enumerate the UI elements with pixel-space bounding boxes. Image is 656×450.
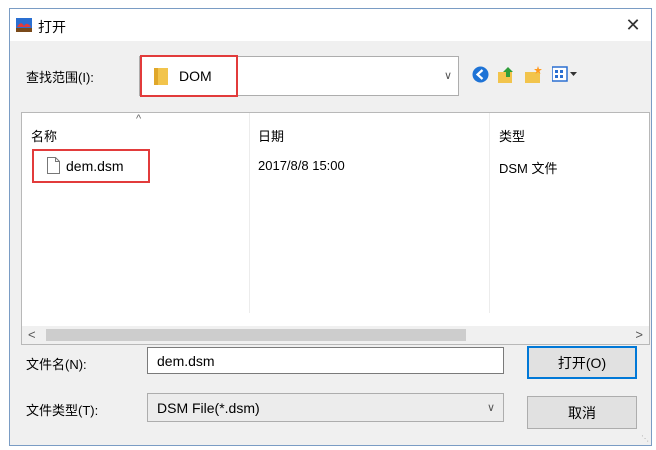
column-header-type[interactable]: 类型 bbox=[499, 126, 525, 145]
scroll-left-icon[interactable]: < bbox=[28, 327, 36, 342]
scroll-right-icon[interactable]: > bbox=[635, 327, 643, 342]
column-header-date[interactable]: 日期 bbox=[258, 126, 284, 145]
chevron-down-icon: ∨ bbox=[486, 402, 495, 414]
open-file-dialog: 打开 ✕ 查找范围(I): DOM ∨ ^ 名称 日期 类型 dem.dsm 2… bbox=[9, 8, 652, 446]
back-icon[interactable] bbox=[472, 66, 489, 83]
file-type: DSM 文件 bbox=[499, 161, 558, 176]
folder-icon bbox=[154, 68, 168, 85]
view-menu-icon[interactable] bbox=[552, 66, 578, 83]
file-icon bbox=[47, 157, 60, 174]
file-date: 2017/8/8 15:00 bbox=[258, 158, 345, 173]
look-in-value: DOM bbox=[179, 68, 212, 84]
column-divider bbox=[249, 113, 250, 313]
sort-up-icon: ^ bbox=[136, 113, 142, 125]
dialog-title: 打开 bbox=[38, 19, 66, 35]
look-in-highlight: DOM bbox=[140, 55, 238, 97]
filename-label: 文件名(N): bbox=[26, 357, 87, 372]
close-button[interactable]: ✕ bbox=[615, 9, 651, 41]
scroll-thumb[interactable] bbox=[46, 329, 466, 341]
filetype-label: 文件类型(T): bbox=[26, 403, 99, 418]
file-name: dem.dsm bbox=[66, 158, 124, 174]
column-header-name[interactable]: 名称 bbox=[31, 126, 57, 145]
horizontal-scrollbar[interactable]: < > bbox=[22, 326, 649, 344]
app-icon bbox=[16, 18, 32, 32]
filename-input[interactable]: dem.dsm bbox=[147, 347, 504, 374]
column-divider bbox=[489, 113, 490, 313]
resize-grip-icon[interactable]: ⋱ bbox=[641, 434, 649, 443]
filetype-value: DSM File(*.dsm) bbox=[157, 400, 260, 416]
filetype-select[interactable]: DSM File(*.dsm) ∨ bbox=[147, 393, 504, 422]
chevron-down-icon: ∨ bbox=[443, 70, 452, 82]
look-in-label: 查找范围(I): bbox=[26, 70, 94, 85]
title-bar: 打开 ✕ bbox=[10, 9, 651, 41]
list-item[interactable]: dem.dsm bbox=[32, 149, 150, 183]
look-in-dropdown[interactable]: DOM ∨ bbox=[139, 55, 459, 97]
close-icon: ✕ bbox=[625, 14, 641, 35]
open-button[interactable]: 打开(O) bbox=[527, 346, 637, 379]
up-folder-icon[interactable] bbox=[497, 66, 516, 84]
new-folder-icon[interactable] bbox=[524, 66, 543, 84]
file-list[interactable]: ^ 名称 日期 类型 dem.dsm 2017/8/8 15:00 DSM 文件… bbox=[21, 112, 650, 345]
cancel-button[interactable]: 取消 bbox=[527, 396, 637, 429]
